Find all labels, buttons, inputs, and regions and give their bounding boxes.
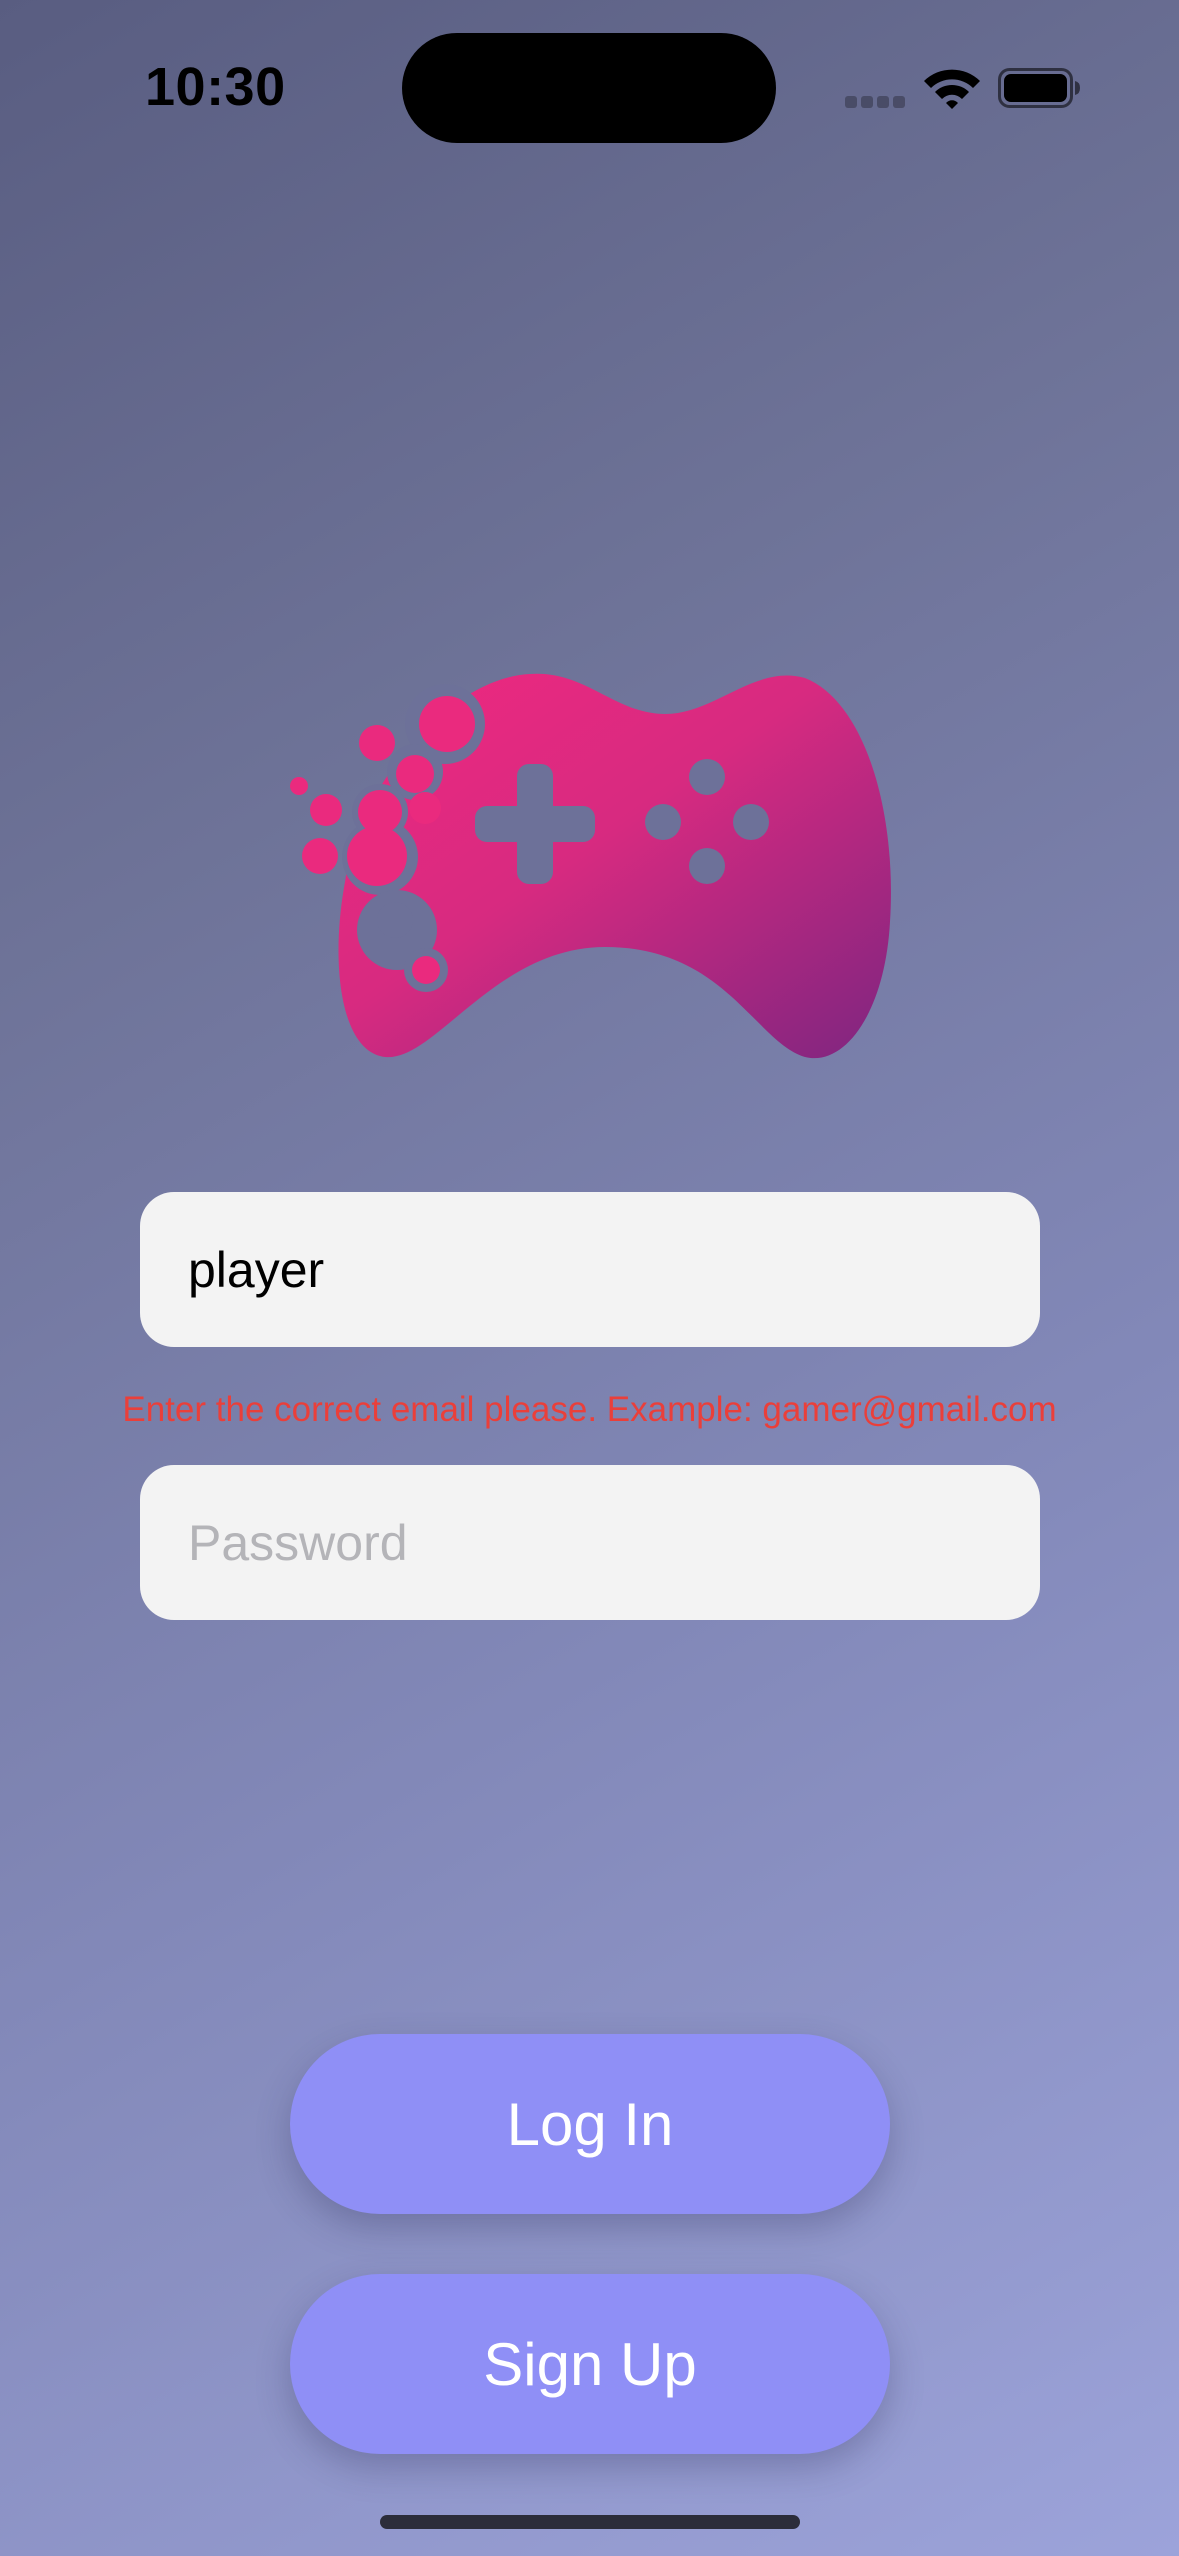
wifi-icon: [924, 69, 980, 109]
battery-icon: [998, 68, 1080, 108]
password-input[interactable]: [140, 1465, 1040, 1620]
email-error-message: Enter the correct email please. Example:…: [122, 1390, 1057, 1429]
login-screen: 10:30 player Enter the correct email ple…: [0, 0, 1179, 2556]
dynamic-island: [402, 33, 776, 143]
status-time: 10:30: [145, 57, 286, 117]
signup-button[interactable]: Sign Up: [290, 2274, 890, 2454]
home-indicator[interactable]: [380, 2515, 800, 2529]
cellular-signal-icon: [845, 96, 905, 110]
email-input[interactable]: [140, 1192, 1040, 1347]
password-field[interactable]: [140, 1465, 1040, 1620]
email-field[interactable]: [140, 1192, 1040, 1347]
login-button[interactable]: Log In: [290, 2034, 890, 2214]
gamepad-icon: [290, 673, 891, 1059]
